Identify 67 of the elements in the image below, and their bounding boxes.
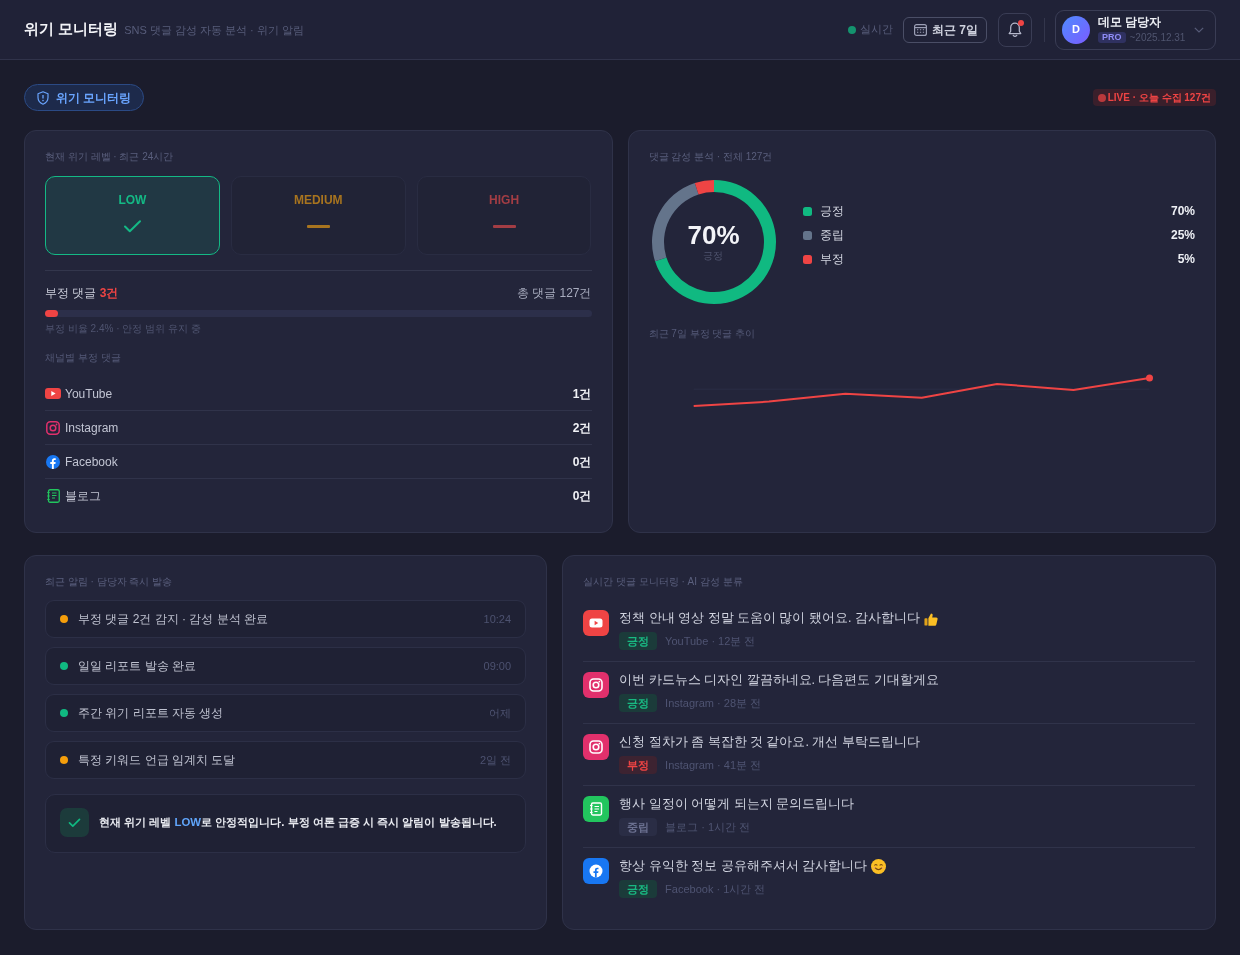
negative-count-text: 부정 댓글 3건 (45, 285, 119, 301)
play-icon (583, 610, 610, 636)
legend-label: 부정 (819, 251, 844, 268)
legend-value: 25% (1170, 227, 1195, 244)
legend-value: 5% (1177, 251, 1195, 268)
live-count-text: LIVE · 오늘 수집 127건 (1107, 91, 1211, 105)
check-icon (60, 808, 89, 837)
chevron-down-icon (1194, 26, 1204, 33)
total-count-text: 총 댓글 127건 (516, 285, 592, 301)
camera-icon (583, 734, 610, 760)
status-dot-icon (848, 25, 856, 34)
alert-text: 특정 키워드 언급 임계치 도달 (78, 752, 236, 769)
calendar-icon (914, 23, 927, 36)
sentiment-badge: 긍정 (619, 880, 658, 898)
play-icon (45, 388, 61, 399)
legend-label: 긍정 (819, 203, 844, 220)
donut-center-value: 70% (687, 221, 740, 249)
f-logo-icon (583, 858, 610, 884)
user-name: 데모 담당자 (1098, 14, 1163, 29)
live-dot-icon (1097, 93, 1106, 102)
live-status-label: 실시간 (860, 22, 893, 38)
bell-icon (1008, 21, 1022, 38)
alert-time: 09:00 (483, 658, 512, 674)
comment-text: 이번 카드뉴스 디자인 깔끔하네요. 다음편도 기대할게요 (619, 672, 939, 689)
alert-time: 10:24 (483, 611, 512, 627)
section-tab[interactable]: 위기 모니터링 (24, 84, 145, 111)
smiling-face-icon (871, 859, 886, 874)
page-title: 위기 모니터링 (24, 19, 119, 40)
alert-text: 부정 댓글 2건 감지 · 감성 분석 완료 (78, 611, 268, 628)
panel-title: 최근 알림 · 담당자 즉시 발송 (45, 575, 174, 589)
sentiment-badge: 부정 (619, 756, 658, 774)
alert-time: 어제 (489, 705, 512, 721)
channel-count: 0건 (572, 453, 592, 471)
comment-text: 항상 유익한 정보 공유해주셔서 감사합니다 (619, 858, 867, 875)
shield-icon (37, 90, 49, 105)
channel-name: 블로그 (65, 488, 101, 505)
level-label: MEDIUM (293, 192, 343, 208)
page-subtitle: SNS 댓글 감성 자동 분석 · 위기 알림 (124, 23, 304, 39)
sentiment-badge: 긍정 (619, 694, 658, 712)
level-label: HIGH (489, 192, 520, 208)
legend-value: 70% (1170, 203, 1195, 220)
notification-button[interactable] (998, 12, 1032, 47)
channel-count: 2건 (572, 419, 592, 437)
camera-icon (46, 420, 60, 435)
camera-icon (583, 672, 610, 698)
notebook-icon (46, 489, 60, 503)
channel-name: YouTube (65, 385, 113, 403)
comment-text: 신청 절차가 좀 복잡한 것 같아요. 개선 부탁드립니다 (619, 734, 920, 751)
channel-count: 1건 (572, 385, 592, 403)
comment-text: 정책 안내 영상 정말 도움이 많이 됐어요. 감사합니다 (619, 610, 920, 627)
notebook-icon (583, 796, 610, 822)
channel-count: 0건 (572, 488, 592, 505)
comment-text: 행사 일정이 어떻게 되는지 문의드립니다 (619, 796, 854, 813)
alert-text: 일일 리포트 발송 완료 (78, 658, 196, 675)
notice-text: 현재 위기 레벨 LOW로 안정적입니다. 부정 여론 급증 시 즉시 알림이 발송됩니다. (99, 815, 497, 830)
channel-name: Instagram (65, 419, 119, 437)
channel-name: Facebook (65, 453, 118, 471)
level-label: LOW (118, 192, 147, 208)
user-avatar: D (1062, 15, 1090, 44)
thumbs-up-icon (923, 611, 938, 626)
plan-badge: PRO (1098, 31, 1126, 43)
f-logo-icon (46, 454, 60, 469)
alert-text: 주간 위기 리포트 자동 생성 (78, 705, 224, 722)
sentiment-badge: 중립 (619, 818, 658, 836)
date-range-button[interactable]: 최근 7일 (903, 16, 987, 43)
legend-label: 중립 (819, 227, 844, 244)
sentiment-badge: 긍정 (619, 632, 658, 650)
